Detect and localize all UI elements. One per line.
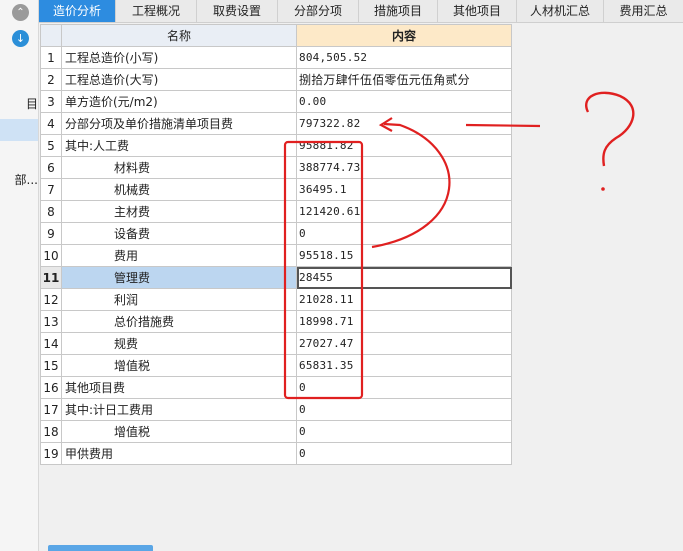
- header-name[interactable]: 名称: [61, 24, 297, 47]
- table-row[interactable]: 6 材料费 388774.73: [40, 156, 512, 179]
- table-header-row: 名称 内容: [40, 24, 512, 47]
- row-value-cell[interactable]: 804,505.52: [296, 46, 512, 69]
- row-index: 9: [40, 222, 62, 245]
- row-index: 8: [40, 200, 62, 223]
- table-row[interactable]: 16 其他项目费 0: [40, 376, 512, 399]
- row-name-cell[interactable]: 其中:人工费: [61, 134, 297, 157]
- row-name-cell[interactable]: 工程总造价(大写): [61, 68, 297, 91]
- row-value-cell[interactable]: 95881.82: [296, 134, 512, 157]
- row-value-cell[interactable]: 388774.73: [296, 156, 512, 179]
- row-name-cell[interactable]: 甲供费用: [61, 442, 297, 465]
- table-row[interactable]: 10 费用 95518.15: [40, 244, 512, 267]
- cost-analysis-table: 名称 内容 1 工程总造价(小写) 804,505.52 2 工程总造价(大写) 捌拾万肆…: [40, 24, 512, 465]
- table-row[interactable]: 2 工程总造价(大写) 捌拾万肆仟伍佰零伍元伍角贰分: [40, 68, 512, 91]
- row-name-cell[interactable]: 管理费: [61, 266, 297, 289]
- tab-labor-material-summary[interactable]: 人材机汇总: [517, 0, 604, 22]
- table-row[interactable]: 13 总价措施费 18998.71: [40, 310, 512, 333]
- row-index: 14: [40, 332, 62, 355]
- table-row[interactable]: 1 工程总造价(小写) 804,505.52: [40, 46, 512, 69]
- row-index: 19: [40, 442, 62, 465]
- row-index: 13: [40, 310, 62, 333]
- row-value-cell[interactable]: 28455: [296, 266, 512, 289]
- table-row[interactable]: 4 分部分项及单价措施清单项目费 797322.82: [40, 112, 512, 135]
- row-index: 17: [40, 398, 62, 421]
- row-name-cell[interactable]: 设备费: [61, 222, 297, 245]
- row-name-cell[interactable]: 单方造价(元/m2): [61, 90, 297, 113]
- row-value-cell[interactable]: 18998.71: [296, 310, 512, 333]
- header-content[interactable]: 内容: [296, 24, 512, 47]
- row-index: 18: [40, 420, 62, 443]
- table-row[interactable]: 8 主材费 121420.61: [40, 200, 512, 223]
- collapse-up-icon[interactable]: ⌃: [12, 4, 29, 21]
- row-index: 2: [40, 68, 62, 91]
- annotation-question-mark: [585, 91, 635, 167]
- row-value-cell[interactable]: 797322.82: [296, 112, 512, 135]
- row-value-cell[interactable]: 0.00: [296, 90, 512, 113]
- table-row[interactable]: 12 利润 21028.11: [40, 288, 512, 311]
- tab-project-overview[interactable]: 工程概况: [116, 0, 197, 22]
- row-value-cell[interactable]: 27027.47: [296, 332, 512, 355]
- row-value-cell[interactable]: 0: [296, 420, 512, 443]
- tab-fee-summary[interactable]: 费用汇总: [604, 0, 683, 22]
- row-index: 12: [40, 288, 62, 311]
- table-row[interactable]: 14 规费 27027.47: [40, 332, 512, 355]
- row-name-cell[interactable]: 其他项目费: [61, 376, 297, 399]
- row-index: 10: [40, 244, 62, 267]
- table-row[interactable]: 9 设备费 0: [40, 222, 512, 245]
- row-name-cell[interactable]: 材料费: [61, 156, 297, 179]
- row-index: 16: [40, 376, 62, 399]
- row-name-cell[interactable]: 费用: [61, 244, 297, 267]
- table-row[interactable]: 7 机械费 36495.1: [40, 178, 512, 201]
- table-row[interactable]: 5 其中:人工费 95881.82: [40, 134, 512, 157]
- row-name-cell[interactable]: 增值税: [61, 420, 297, 443]
- tab-bar: 造价分析 工程概况 取费设置 分部分项 措施项目 其他项目 人材机汇总 费用汇总: [39, 0, 683, 23]
- row-index: 11: [40, 266, 62, 289]
- download-icon[interactable]: ↓: [12, 30, 29, 47]
- row-name-cell[interactable]: 总价措施费: [61, 310, 297, 333]
- row-index: 6: [40, 156, 62, 179]
- row-value-cell[interactable]: 121420.61: [296, 200, 512, 223]
- tab-cost-analysis[interactable]: 造价分析: [39, 0, 116, 22]
- tab-measure-items[interactable]: 措施项目: [359, 0, 438, 22]
- row-value-cell[interactable]: 36495.1: [296, 178, 512, 201]
- bottom-scroll-tab[interactable]: [48, 545, 153, 551]
- row-index: 1: [40, 46, 62, 69]
- row-name-cell[interactable]: 增值税: [61, 354, 297, 377]
- row-name-cell[interactable]: 利润: [61, 288, 297, 311]
- row-index: 3: [40, 90, 62, 113]
- table-row[interactable]: 18 增值税 0: [40, 420, 512, 443]
- row-value-cell[interactable]: 捌拾万肆仟伍佰零伍元伍角贰分: [296, 68, 512, 91]
- tab-sub-items[interactable]: 分部分项: [278, 0, 359, 22]
- left-sidebar: ⌃ ↓ 目 部...: [0, 0, 39, 551]
- row-value-cell[interactable]: 95518.15: [296, 244, 512, 267]
- row-name-cell[interactable]: 工程总造价(小写): [61, 46, 297, 69]
- row-name-cell[interactable]: 规费: [61, 332, 297, 355]
- row-index: 4: [40, 112, 62, 135]
- row-value-cell[interactable]: 21028.11: [296, 288, 512, 311]
- table-row[interactable]: 19 甲供费用 0: [40, 442, 512, 465]
- row-index: 5: [40, 134, 62, 157]
- sidebar-item-selected[interactable]: [0, 119, 38, 141]
- row-name-cell[interactable]: 其中:计日工费用: [61, 398, 297, 421]
- tab-fee-settings[interactable]: 取费设置: [197, 0, 278, 22]
- tab-other-items[interactable]: 其他项目: [438, 0, 517, 22]
- row-name-cell[interactable]: 分部分项及单价措施清单项目费: [61, 112, 297, 135]
- table-row[interactable]: 15 增值税 65831.35: [40, 354, 512, 377]
- table-row[interactable]: 11 管理费 28455: [40, 266, 512, 289]
- table-row[interactable]: 3 单方造价(元/m2) 0.00: [40, 90, 512, 113]
- row-index: 7: [40, 178, 62, 201]
- row-value-cell[interactable]: 0: [296, 222, 512, 245]
- table-row[interactable]: 17 其中:计日工费用 0: [40, 398, 512, 421]
- row-index: 15: [40, 354, 62, 377]
- row-name-cell[interactable]: 机械费: [61, 178, 297, 201]
- row-value-cell[interactable]: 0: [296, 376, 512, 399]
- row-name-cell[interactable]: 主材费: [61, 200, 297, 223]
- row-value-cell[interactable]: 0: [296, 442, 512, 465]
- sidebar-item-3[interactable]: 部...: [0, 169, 38, 191]
- header-index: [40, 24, 62, 47]
- row-value-cell[interactable]: 0: [296, 398, 512, 421]
- sidebar-item-1[interactable]: 目: [0, 93, 38, 115]
- row-value-cell[interactable]: 65831.35: [296, 354, 512, 377]
- annotation-question-dot: [601, 187, 605, 191]
